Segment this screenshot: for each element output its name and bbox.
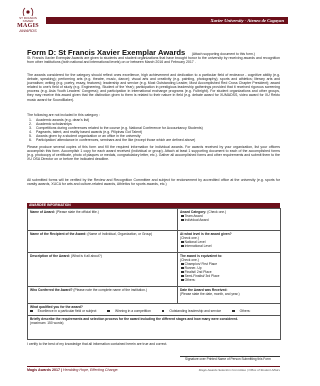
recipient-field[interactable]: Name of the Recipient of the Award: (Nam… (27, 230, 178, 253)
checkbox-winning[interactable]: Winning in a competition (107, 309, 156, 313)
checkbox-excellence[interactable]: Excellence in a particular field or subj… (30, 309, 101, 313)
footer-divider (27, 366, 280, 367)
award-name-field[interactable]: Name of Award: (Please state the officia… (27, 208, 178, 231)
signature-label: Signature over Printed Name of Person Su… (185, 357, 271, 361)
page-header: ST FRANCIS XAVIER MAGIS AWARDS Xavier Un… (12, 7, 288, 33)
checkbox-individual-award[interactable]: Individual Award (180, 218, 278, 222)
awardee-table: Name of Award: (Please state the officia… (27, 208, 281, 340)
checkbox-leadership[interactable]: Outstanding leadership and service (161, 309, 226, 313)
qualified-field: What qualified you for the award? Excell… (27, 303, 281, 316)
certification-text: I certify to the best of my knowledge th… (27, 342, 168, 346)
footer-right: Magis Awards Selection Committee | Offic… (198, 368, 280, 372)
checkbox-others[interactable]: Others: (180, 278, 278, 282)
equivalent-field: The award is equivalent to: (Check one.) … (177, 252, 281, 287)
checkbox-qualified-others[interactable]: Others: (231, 309, 255, 313)
checkbox-international-level[interactable]: International Level (180, 244, 278, 248)
form-title-row: Form D: St Francis Xavier Exemplar Award… (27, 42, 287, 57)
conferred-by-field[interactable]: Who Conferred the Award? (Please note th… (27, 286, 178, 304)
submission-paragraph: All submitted forms will be verified by … (27, 178, 280, 187)
not-included-list: 1. Academic awards (e.g. dean's list) 2. A… (29, 118, 259, 143)
description-field[interactable]: Description of the Award: (What is it al… (27, 252, 178, 287)
magis-awards-logo: ST FRANCIS XAVIER MAGIS AWARDS (14, 7, 42, 33)
award-category-field: Award Category: (Check one.) Team Award … (177, 208, 281, 231)
header-banner: Xavier University - Ateneo de Cagayan (46, 17, 288, 24)
briefly-describe-field[interactable]: Briefly describe the requirements and se… (27, 315, 281, 340)
awardee-form: AWARDEE INFORMATION Name of Award: (Plea… (27, 203, 281, 340)
list-item: 6. Participation/ attendance in conferenc… (29, 138, 196, 143)
level-field: At what level is the award given? (Check … (177, 230, 281, 253)
criteria-paragraph: The awards considered for the category s… (27, 73, 280, 102)
banner-text: Xavier University - Ateneo de Cagayan (210, 18, 284, 23)
not-included-intro: The following are not included in this c… (27, 113, 100, 117)
date-received-field[interactable]: Date the Award was Received: (Please stat… (177, 286, 281, 304)
intro-paragraph: St. Francis Xavier Exemplar Awards are g… (27, 56, 280, 65)
logo-line3: AWARDS (19, 28, 37, 33)
instructions-paragraph: Please produce several copies of this fo… (27, 145, 280, 162)
footer-left: Magis Awards 2017 | Heralding Hope, Effe… (27, 368, 119, 372)
